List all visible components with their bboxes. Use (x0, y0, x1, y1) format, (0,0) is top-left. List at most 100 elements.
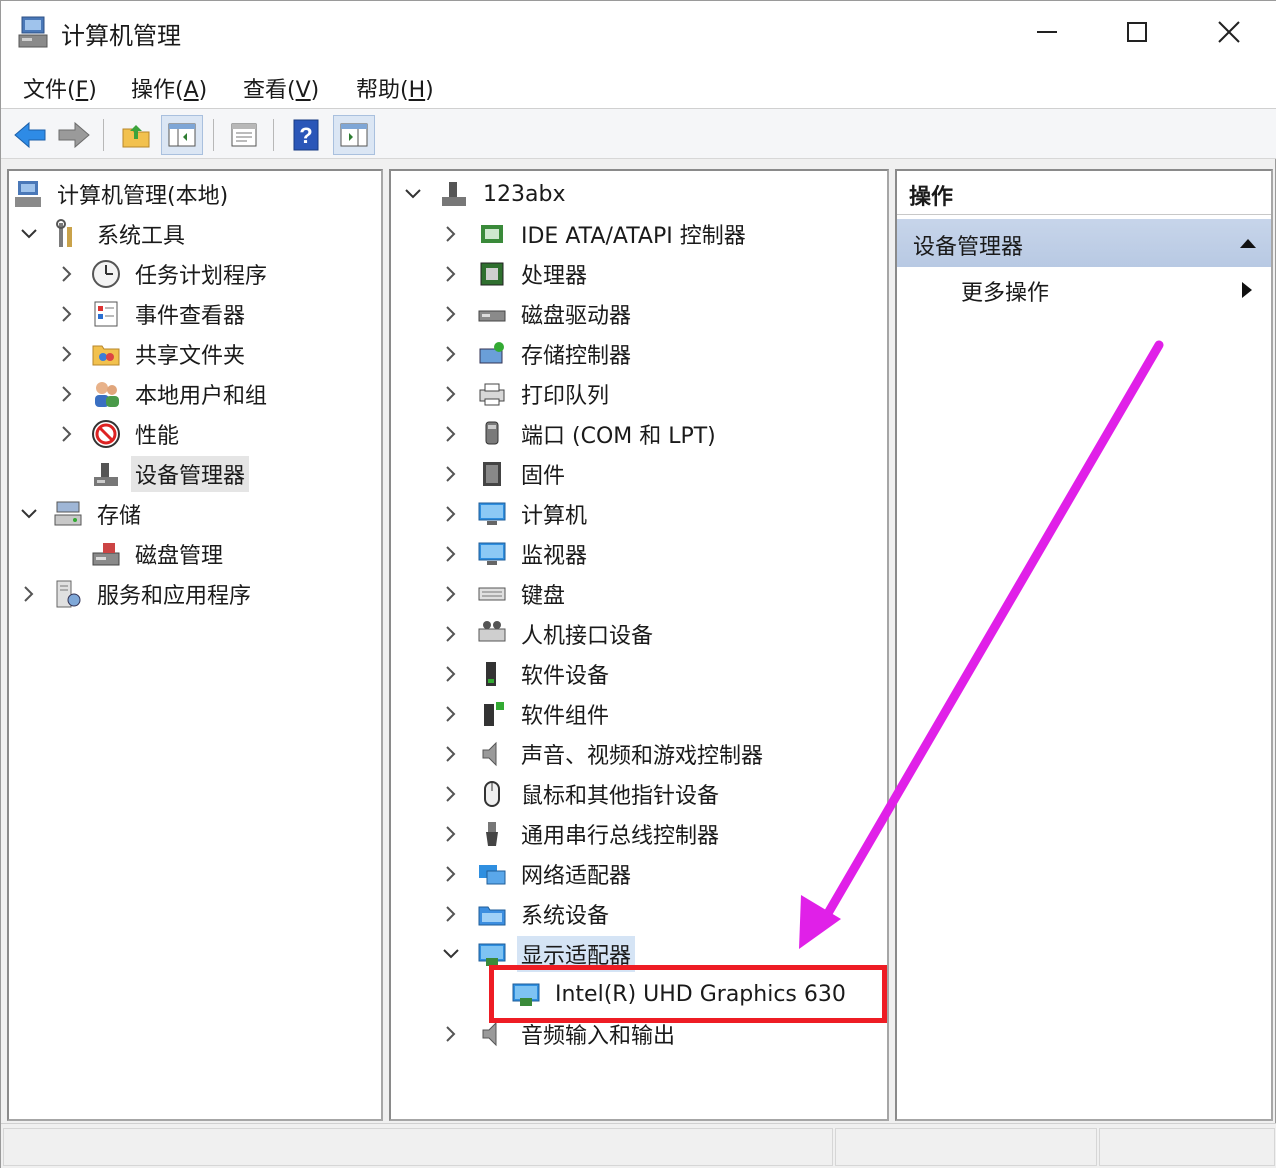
close-button[interactable] (1183, 1, 1275, 63)
tree-item-system-tools[interactable]: 系统工具 (19, 215, 189, 253)
menu-action[interactable]: 操作(A) (131, 72, 207, 104)
chevron-right-icon[interactable] (441, 744, 461, 764)
chevron-right-icon[interactable] (19, 584, 39, 604)
device-category-disk-drive[interactable]: 磁盘驱动器 (441, 295, 635, 333)
minimize-button[interactable] (1001, 1, 1093, 63)
maximize-button[interactable] (1091, 1, 1183, 63)
device-category-processor[interactable]: 处理器 (441, 255, 591, 293)
show-hide-action-pane-button[interactable] (333, 115, 375, 155)
chevron-right-icon[interactable] (441, 664, 461, 684)
console-tree-pane[interactable]: 计算机管理(本地) 系统工具 任务计划程序 事件查看器 共享文件夹 本地用户和组 (7, 169, 383, 1121)
chevron-right-icon[interactable] (441, 624, 461, 644)
chevron-right-icon[interactable] (441, 704, 461, 724)
window-title: 计算机管理 (61, 22, 181, 50)
device-category-usb[interactable]: 通用串行总线控制器 (441, 815, 723, 853)
device-category-network-adapter[interactable]: 网络适配器 (441, 855, 635, 893)
chevron-right-icon[interactable] (441, 1024, 461, 1044)
actions-section-device-manager[interactable]: 设备管理器 (897, 219, 1271, 267)
forward-arrow-icon (58, 121, 90, 149)
tree-item-computer-root[interactable]: 123abx (403, 175, 569, 213)
back-arrow-icon (14, 121, 46, 149)
device-category-firmware[interactable]: 固件 (441, 455, 569, 493)
show-hide-console-tree-button[interactable] (161, 115, 203, 155)
help-button[interactable]: ? (285, 115, 327, 155)
device-category-hid[interactable]: 人机接口设备 (441, 615, 657, 653)
device-category-label: IDE ATA/ATAPI 控制器 (521, 224, 746, 249)
menu-view[interactable]: 查看(V) (243, 72, 319, 104)
chevron-right-icon[interactable] (57, 304, 77, 324)
device-category-software-device[interactable]: 软件设备 (441, 655, 613, 693)
chevron-right-icon[interactable] (441, 344, 461, 364)
up-level-button[interactable] (115, 115, 157, 155)
chevron-right-icon[interactable] (441, 784, 461, 804)
chevron-right-icon[interactable] (441, 864, 461, 884)
annotation-highlight-box (489, 965, 887, 1023)
chevron-down-icon[interactable] (19, 224, 39, 244)
tree-item-disk-management[interactable]: 磁盘管理 (91, 535, 227, 573)
forward-button[interactable] (53, 115, 95, 155)
chevron-right-icon[interactable] (57, 264, 77, 284)
toolbar-separator (103, 119, 104, 151)
device-category-monitor[interactable]: 监视器 (441, 535, 591, 573)
device-category-system-device[interactable]: 系统设备 (441, 895, 613, 933)
chevron-right-icon[interactable] (57, 344, 77, 364)
chevron-right-icon[interactable] (441, 304, 461, 324)
chevron-right-icon[interactable] (441, 824, 461, 844)
tree-item-device-manager[interactable]: 设备管理器 (91, 455, 250, 493)
device-category-sound[interactable]: 声音、视频和游戏控制器 (441, 735, 767, 773)
minimize-icon (1037, 31, 1057, 33)
chevron-right-icon[interactable] (441, 384, 461, 404)
shared-folder-icon (92, 345, 120, 366)
chevron-right-icon[interactable] (441, 584, 461, 604)
chevron-down-icon[interactable] (19, 504, 39, 524)
tree-item-performance[interactable]: 性能 (57, 415, 183, 453)
device-category-print-queue[interactable]: 打印队列 (441, 375, 613, 413)
computer-management-window: 计算机管理 文件(F) 操作(A) 查看(V) 帮助(H) ? 计算机管理(本地… (0, 0, 1276, 1168)
device-category-ide-controller[interactable]: IDE ATA/ATAPI 控制器 (441, 215, 750, 253)
more-actions-item[interactable]: 更多操作 (961, 275, 1049, 307)
tree-item-computer-management-local[interactable]: 计算机管理(本地) (13, 175, 232, 213)
tree-item-local-users-groups[interactable]: 本地用户和组 (57, 375, 271, 413)
chevron-right-icon[interactable] (57, 384, 77, 404)
chevron-right-icon[interactable] (441, 224, 461, 244)
device-category-label: 鼠标和其他指针设备 (521, 784, 720, 809)
device-category-keyboard[interactable]: 键盘 (441, 575, 569, 613)
firmware-icon (483, 462, 501, 486)
services-icon (56, 580, 81, 608)
chevron-right-icon[interactable] (441, 544, 461, 564)
chevron-right-icon[interactable] (441, 264, 461, 284)
chevron-down-icon[interactable] (403, 184, 423, 204)
properties-button[interactable] (223, 115, 265, 155)
system-device-icon (478, 906, 506, 926)
performance-icon (92, 420, 120, 448)
status-cell-right (1099, 1128, 1275, 1166)
show-hide-action-pane-icon (340, 123, 368, 147)
chevron-right-icon[interactable] (441, 504, 461, 524)
system-tools-icon (56, 219, 72, 247)
back-button[interactable] (9, 115, 51, 155)
device-category-mouse[interactable]: 鼠标和其他指针设备 (441, 775, 723, 813)
device-category-software-component[interactable]: 软件组件 (441, 695, 613, 733)
submenu-arrow-icon[interactable] (1241, 281, 1253, 299)
chevron-right-icon[interactable] (441, 424, 461, 444)
tree-item-shared-folders[interactable]: 共享文件夹 (57, 335, 249, 373)
tree-item-task-scheduler[interactable]: 任务计划程序 (57, 255, 271, 293)
chevron-right-icon[interactable] (441, 904, 461, 924)
software-component-icon (484, 702, 504, 726)
tree-item-event-viewer[interactable]: 事件查看器 (57, 295, 249, 333)
collapse-up-icon[interactable] (1239, 237, 1257, 249)
chevron-down-icon[interactable] (441, 944, 461, 964)
tree-item-services-applications[interactable]: 服务和应用程序 (19, 575, 255, 613)
tree-item-storage[interactable]: 存储 (19, 495, 145, 533)
title-bar[interactable]: 计算机管理 (1, 1, 1276, 63)
device-category-computer[interactable]: 计算机 (441, 495, 591, 533)
chevron-right-icon[interactable] (57, 424, 77, 444)
menu-help[interactable]: 帮助(H) (356, 72, 434, 104)
chevron-right-icon[interactable] (441, 464, 461, 484)
device-category-storage-controller[interactable]: 存储控制器 (441, 335, 635, 373)
storage-icon (54, 501, 82, 526)
device-category-label: 磁盘驱动器 (521, 304, 632, 329)
computer-root-icon (442, 182, 466, 206)
menu-file[interactable]: 文件(F) (23, 72, 97, 104)
device-category-port[interactable]: 端口 (COM 和 LPT) (441, 415, 720, 453)
